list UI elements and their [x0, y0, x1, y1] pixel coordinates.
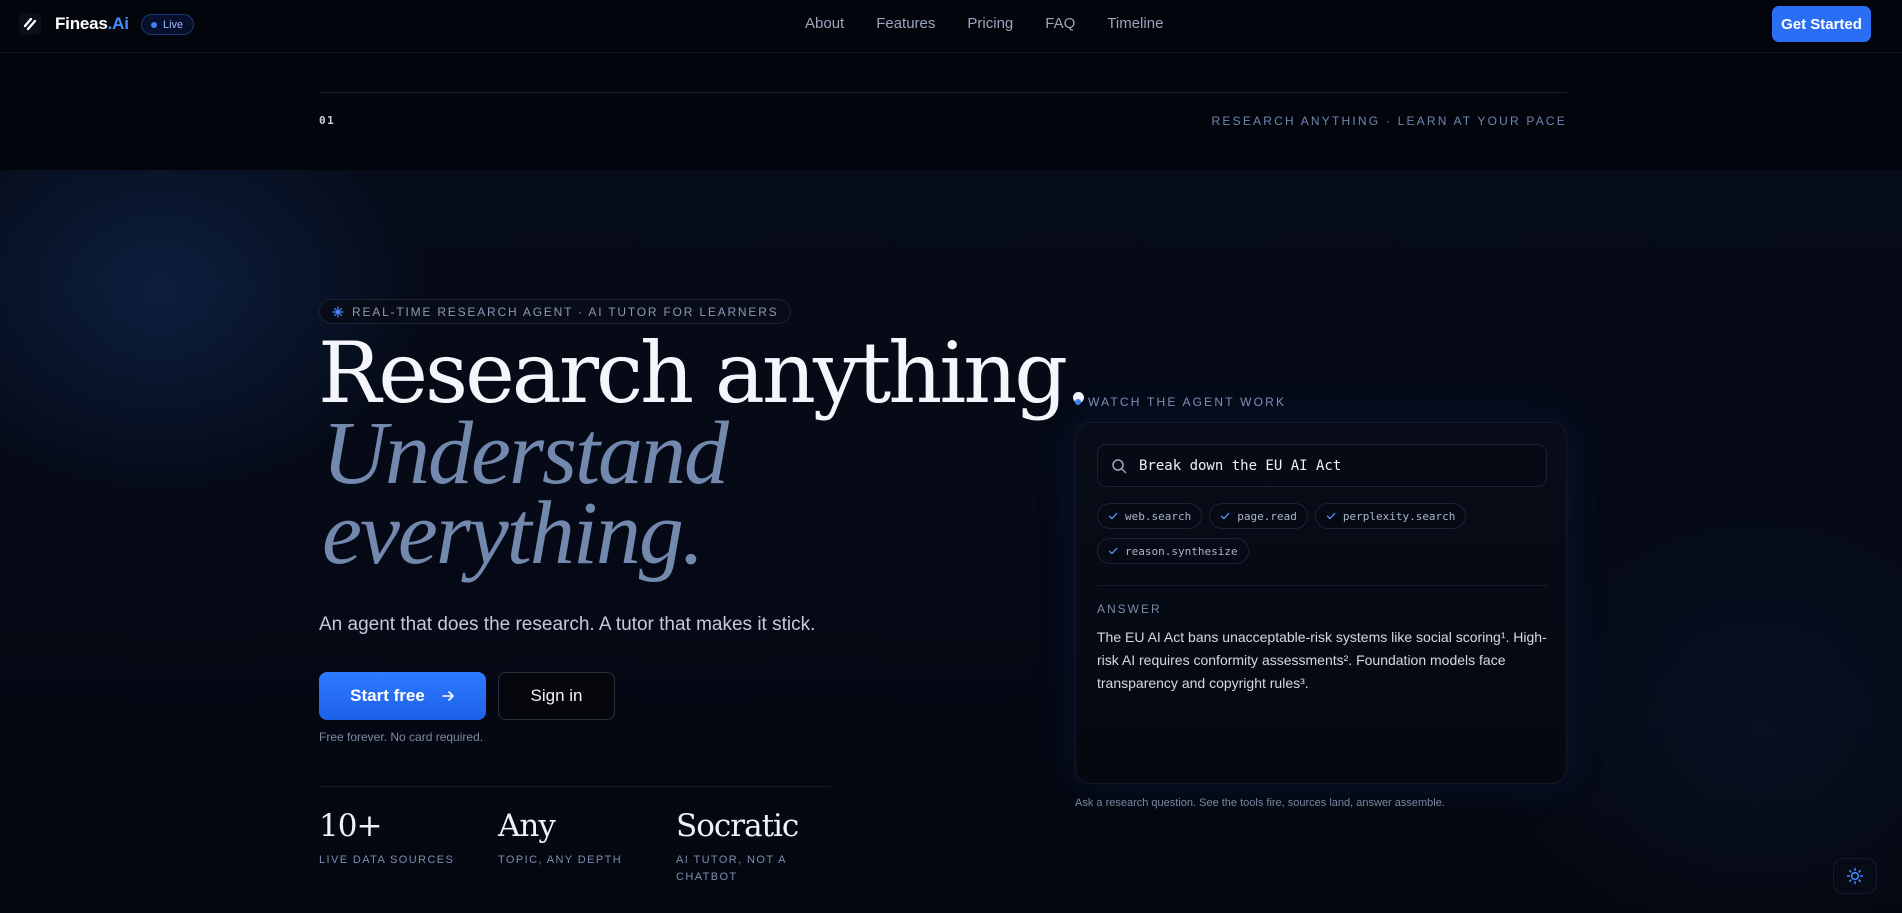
agent-demo-card: Break down the EU AI Act web.search page… — [1075, 422, 1567, 784]
stat-socratic: Socratic AI TUTOR, NOT A CHATBOT — [676, 808, 836, 886]
answer-label: ANSWER — [1097, 602, 1162, 616]
tool-chip-label: page.read — [1237, 509, 1297, 523]
hero-headline-line-2: Understand — [322, 404, 729, 503]
tool-chip: reason.synthesize — [1097, 538, 1249, 564]
sign-in-button[interactable]: Sign in — [498, 672, 615, 720]
get-started-button[interactable]: Get Started — [1772, 6, 1871, 42]
brand-logo-icon[interactable] — [19, 13, 41, 35]
stat-topics: Any TOPIC, ANY DEPTH — [498, 808, 658, 869]
stat-label: LIVE DATA SOURCES — [319, 854, 455, 866]
stat-data-sources: 10+ LIVE DATA SOURCES — [319, 808, 479, 869]
nav-link-features[interactable]: Features — [876, 15, 935, 32]
card-divider — [1097, 585, 1547, 586]
hero-subheadline: An agent that does the research. A tutor… — [319, 614, 816, 635]
check-icon — [1108, 512, 1118, 520]
tool-chips: web.search page.read perplexity.search r… — [1097, 503, 1547, 573]
hero-eyebrow: REAL-TIME RESEARCH AGENT · AI TUTOR FOR … — [319, 299, 792, 324]
brand-name[interactable]: Fineas.Ai — [55, 14, 129, 34]
live-status-badge: Live — [141, 14, 195, 35]
stat-value: Socratic — [676, 808, 799, 844]
hero-headline-line-3: everything. — [322, 484, 704, 583]
sun-icon — [1846, 867, 1864, 885]
stat-value: 10+ — [319, 808, 382, 844]
sparkle-icon — [332, 305, 344, 318]
live-badge-label: Live — [163, 18, 184, 31]
check-icon — [1221, 512, 1230, 520]
start-free-label: Start free — [350, 686, 425, 705]
stat-value: Any — [498, 808, 556, 844]
section-divider — [319, 92, 1567, 93]
tool-chip-label: web.search — [1125, 509, 1192, 523]
stat-label-line-1: AI TUTOR, NOT A — [676, 854, 787, 866]
stat-label-line-2: CHATBOT — [676, 871, 738, 883]
nav-link-pricing[interactable]: Pricing — [967, 15, 1013, 32]
stat-label: AI TUTOR, NOT A CHATBOT — [676, 852, 836, 886]
nav-link-faq[interactable]: FAQ — [1045, 15, 1075, 32]
fine-print: Free forever. No card required. — [319, 730, 484, 744]
check-icon — [1326, 512, 1336, 520]
brand-suffix: .Ai — [107, 14, 129, 33]
hero-eyebrow-text: REAL-TIME RESEARCH AGENT · AI TUTOR FOR … — [352, 304, 779, 319]
agent-demo-title: WATCH THE AGENT WORK — [1075, 395, 1286, 409]
status-dot-icon — [1075, 399, 1081, 405]
nav-link-timeline[interactable]: Timeline — [1107, 15, 1163, 32]
stats-divider — [319, 786, 831, 787]
section-tagline: RESEARCH ANYTHING · LEARN AT YOUR PACE — [1211, 114, 1567, 128]
section-number: 01 — [319, 114, 336, 127]
check-icon — [1108, 547, 1118, 555]
agent-query-text: Break down the EU AI Act — [1139, 457, 1342, 474]
tool-chip: perplexity.search — [1314, 503, 1467, 529]
hero-background — [0, 170, 1902, 913]
tool-chip-label: reason.synthesize — [1125, 544, 1238, 558]
live-dot-icon — [151, 21, 157, 28]
stat-label: TOPIC, ANY DEPTH — [498, 854, 623, 866]
arrow-right-icon — [442, 691, 454, 701]
top-navbar: Fineas.Ai Live About Features Pricing FA… — [0, 0, 1902, 53]
answer-text: The EU AI Act bans unacceptable-risk sys… — [1097, 629, 1547, 691]
tool-chip: web.search — [1097, 503, 1203, 529]
agent-demo-title-text: WATCH THE AGENT WORK — [1088, 395, 1287, 409]
theme-toggle-button[interactable] — [1833, 858, 1877, 894]
nav-link-about[interactable]: About — [805, 15, 844, 32]
agent-query-box[interactable]: Break down the EU AI Act — [1097, 444, 1547, 487]
main-nav: About Features Pricing FAQ Timeline — [805, 15, 1195, 32]
agent-demo-caption: Ask a research question. See the tools f… — [1075, 797, 1445, 809]
start-free-button[interactable]: Start free — [319, 672, 486, 720]
brand-name-text: Fineas — [55, 14, 108, 33]
tool-chip-label: perplexity.search — [1342, 509, 1456, 523]
hero-headline: Research anything. — [318, 324, 1092, 422]
hero-headline-italic: Understand everything. — [322, 404, 922, 583]
tool-chip: page.read — [1209, 503, 1308, 529]
search-icon — [1112, 458, 1127, 473]
